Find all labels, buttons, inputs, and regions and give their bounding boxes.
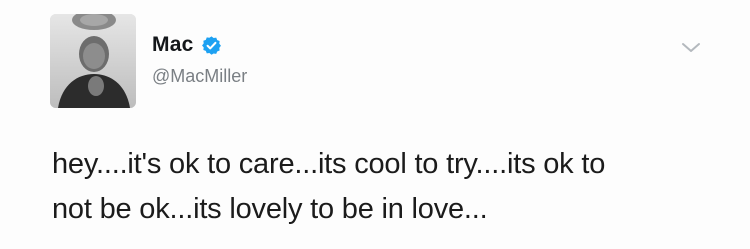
author-name-row: Mac	[152, 33, 222, 57]
tweet-text: hey....it's ok to care...its cool to try…	[52, 142, 732, 232]
tweet-text-line: hey....it's ok to care...its cool to try…	[52, 148, 606, 180]
chevron-down-icon[interactable]	[680, 40, 702, 56]
tweet-card: Mac @MacMiller hey....it's ok to care...…	[0, 0, 750, 249]
avatar[interactable]	[50, 14, 136, 108]
tweet-text-line: not be ok...its lovely to be in love...	[52, 193, 488, 225]
verified-badge-icon	[201, 35, 222, 56]
user-handle[interactable]: @MacMiller	[152, 66, 247, 87]
display-name[interactable]: Mac	[152, 33, 193, 57]
